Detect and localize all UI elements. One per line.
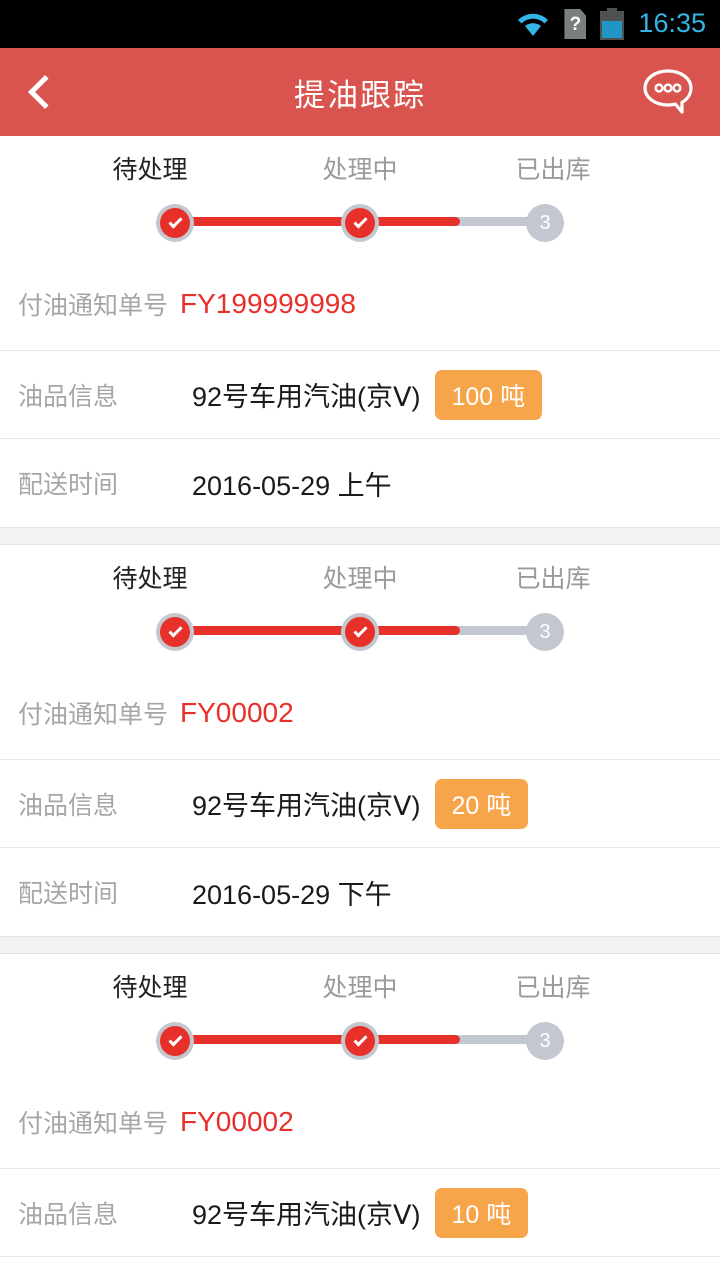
order-no-value: FY199999998 [180, 288, 356, 319]
oil-info-value: 92号车用汽油(京Ⅴ) [192, 791, 421, 821]
stepper-rail-fill [175, 1035, 460, 1044]
sim-card-question-icon: ? [564, 9, 587, 39]
delivery-time-value: 2016-05-29 上午 [192, 470, 392, 501]
oil-info-label: 油品信息 [18, 382, 119, 411]
step-label-processing: 处理中 [322, 565, 398, 593]
tracking-card-list[interactable]: 待处理 处理中 已出库 3 付油通知单号 FY199999998 油品信息 92… [0, 136, 720, 1280]
step-label-processing: 处理中 [322, 974, 398, 1002]
order-no-label: 付油通知单号 [18, 701, 169, 729]
delivery-time-row: 配送时间 2016-05-29 上午 [0, 439, 720, 527]
quantity-badge: 20 吨 [434, 778, 529, 829]
status-bar: ? 16:35 [0, 0, 720, 48]
delivery-time-value: 2016-05-29 下午 [192, 879, 392, 910]
delivery-time-label: 配送时间 [18, 880, 119, 908]
check-icon [167, 214, 183, 229]
stepper-labels: 待处理 处理中 已出库 [0, 150, 720, 190]
check-icon [352, 623, 368, 638]
tracking-card[interactable]: 待处理 处理中 已出库 3 付油通知单号 FY00002 油品信息 92号车用汽… [0, 545, 720, 936]
oil-info-value: 92号车用汽油(京Ⅴ) [192, 382, 421, 412]
card-separator [0, 936, 720, 954]
stepper-rail-fill [175, 626, 460, 635]
order-no-label: 付油通知单号 [18, 1110, 169, 1138]
progress-stepper: 待处理 处理中 已出库 3 [0, 136, 720, 258]
oil-info-value: 92号车用汽油(京Ⅴ) [192, 1200, 421, 1230]
chat-bubble-dots-icon [643, 69, 693, 114]
oil-info-row: 油品信息 92号车用汽油(京Ⅴ) 100 吨 [0, 351, 720, 439]
order-no-label: 付油通知单号 [18, 292, 169, 320]
progress-stepper: 待处理 处理中 已出库 3 [0, 545, 720, 667]
step-label-shipped: 已出库 [515, 565, 591, 593]
back-button[interactable] [0, 48, 84, 136]
page-title: 提油跟踪 [294, 77, 426, 113]
step-node-3: 3 [526, 204, 564, 242]
stepper-track: 3 [0, 1010, 720, 1068]
delivery-time-label: 配送时间 [18, 471, 119, 499]
delivery-time-row: 配送时间 2016-05-28 上午 [0, 1257, 720, 1280]
step-node-1 [156, 204, 194, 242]
oil-info-label: 油品信息 [18, 1200, 119, 1229]
stepper-labels: 待处理 处理中 已出库 [0, 968, 720, 1008]
step-node-3: 3 [526, 1022, 564, 1060]
delivery-time-row: 配送时间 2016-05-29 下午 [0, 848, 720, 936]
chat-menu-button[interactable] [626, 48, 710, 136]
order-no-value: FY00002 [180, 697, 294, 728]
quantity-badge: 100 吨 [434, 369, 543, 420]
order-no-row: 付油通知单号 FY00002 [0, 667, 720, 759]
check-icon [352, 214, 368, 229]
oil-info-label: 油品信息 [18, 791, 119, 820]
step-label-shipped: 已出库 [515, 156, 591, 184]
stepper-labels: 待处理 处理中 已出库 [0, 559, 720, 599]
step-node-2 [341, 613, 379, 651]
step-node-1 [156, 1022, 194, 1060]
step-label-pending-process: 待处理 [112, 156, 188, 184]
step-label-pending-process: 待处理 [112, 974, 188, 1002]
status-bar-clock: 16:35 [638, 7, 706, 38]
stepper-rail-fill [175, 217, 460, 226]
step-node-3: 3 [526, 613, 564, 651]
chevron-left-icon [28, 75, 62, 109]
step-node-2 [341, 204, 379, 242]
wifi-icon [516, 11, 550, 37]
oil-info-row: 油品信息 92号车用汽油(京Ⅴ) 20 吨 [0, 760, 720, 848]
step-label-shipped: 已出库 [515, 974, 591, 1002]
card-separator [0, 527, 720, 545]
check-icon [352, 1032, 368, 1047]
check-icon [167, 1032, 183, 1047]
battery-icon [600, 8, 625, 40]
progress-stepper: 待处理 处理中 已出库 3 [0, 954, 720, 1076]
stepper-track: 3 [0, 601, 720, 659]
step-label-processing: 处理中 [322, 156, 398, 184]
oil-info-row: 油品信息 92号车用汽油(京Ⅴ) 10 吨 [0, 1169, 720, 1257]
step-label-pending-process: 待处理 [112, 565, 188, 593]
order-no-row: 付油通知单号 FY00002 [0, 1076, 720, 1168]
step-node-1 [156, 613, 194, 651]
tracking-card[interactable]: 待处理 处理中 已出库 3 付油通知单号 FY00002 油品信息 92号车用汽… [0, 954, 720, 1280]
order-no-row: 付油通知单号 FY199999998 [0, 258, 720, 350]
tracking-card[interactable]: 待处理 处理中 已出库 3 付油通知单号 FY199999998 油品信息 92… [0, 136, 720, 527]
check-icon [167, 623, 183, 638]
app-bar: 提油跟踪 [0, 48, 720, 136]
step-node-2 [341, 1022, 379, 1060]
quantity-badge: 10 吨 [434, 1187, 529, 1238]
order-no-value: FY00002 [180, 1106, 294, 1137]
stepper-track: 3 [0, 192, 720, 250]
